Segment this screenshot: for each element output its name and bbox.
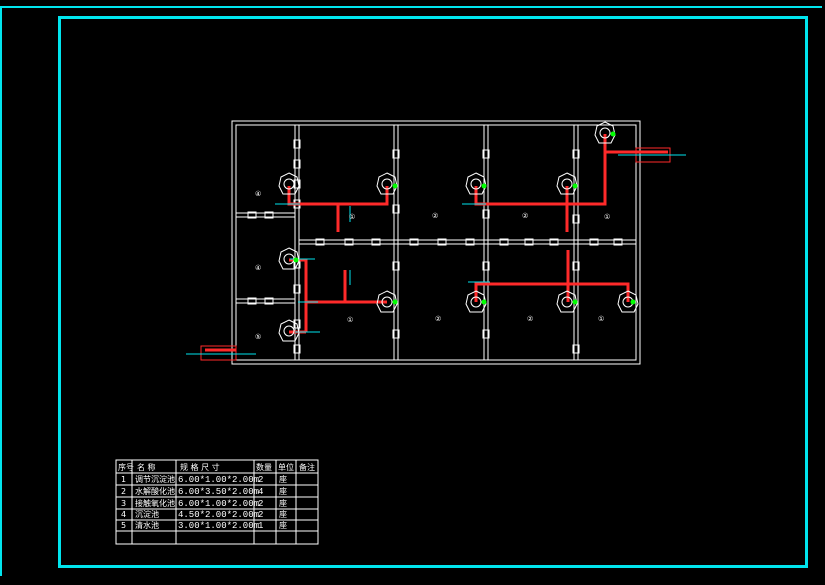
table-header: 名 称 [137, 462, 156, 472]
table-cell: 4 [121, 510, 126, 519]
table-header: 备注 [299, 462, 315, 472]
table-cell: 4.50*2.00*2.00m [178, 510, 259, 520]
room-label: ① [349, 213, 355, 221]
table-cell: 座 [279, 486, 287, 496]
table-cell: 水解酸化池 [135, 486, 175, 496]
table-row: 5 清水池 3.00*1.00*2.00m 1 座 [121, 520, 287, 531]
table-cell: 座 [279, 474, 287, 484]
table-cell: 2 [258, 475, 263, 485]
table-header: 数量 [256, 462, 272, 472]
room-labels: ④ ④ ⑤ ① ② ② ① ① ② ② ① [255, 190, 610, 341]
manholes [278, 121, 639, 342]
table-cell: 沉淀池 [135, 509, 159, 519]
table-cell: 1 [258, 521, 263, 531]
table-header: 单位 [278, 462, 294, 472]
equipment-table: 序号 名 称 规 格 尺 寸 数量 单位 备注 1 调节沉淀池 6.00*1.0… [115, 459, 319, 545]
table-cell: 3.00*1.00*2.00m [178, 521, 259, 531]
table-cell: 6.00*1.00*2.00m [178, 499, 259, 509]
table-header: 规 格 尺 寸 [180, 462, 220, 472]
room-label: ① [604, 213, 610, 221]
room-label: ④ [255, 190, 261, 198]
table-cell: 接触氧化池 [135, 498, 175, 508]
room-label: ④ [255, 264, 261, 272]
tank-plan-drawing: ④ ④ ⑤ ① ② ② ① ① ② ② ① 序号 名 称 规 格 尺 寸 数量 … [115, 120, 686, 545]
table-cell: 3 [121, 499, 126, 508]
room-label: ② [435, 315, 441, 323]
table-cell: 6.00*3.50*2.00m [178, 487, 259, 497]
table-cell: 2 [258, 499, 263, 509]
room-label: ② [522, 212, 528, 220]
table-cell: 座 [279, 498, 287, 508]
table-row: 3 接触氧化池 6.00*1.00*2.00m 2 座 [121, 498, 287, 509]
room-label: ① [598, 315, 604, 323]
table-cell: 5 [121, 521, 126, 530]
table-cell: 座 [279, 520, 287, 530]
room-label: ① [347, 316, 353, 324]
room-label: ② [527, 315, 533, 323]
room-label: ② [432, 212, 438, 220]
table-cell: 座 [279, 509, 287, 519]
table-header: 序号 [118, 462, 134, 472]
table-cell: 6.00*1.00*2.00m [178, 475, 259, 485]
table-cell: 调节沉淀池 [135, 474, 175, 484]
table-row: 2 水解酸化池 6.00*3.50*2.00m 4 座 [121, 486, 287, 497]
table-cell: 2 [121, 487, 126, 496]
room-label: ⑤ [255, 333, 261, 341]
axis-lines [186, 154, 686, 355]
table-cell: 1 [121, 475, 126, 484]
table-cell: 4 [258, 487, 263, 497]
table-cell: 清水池 [135, 520, 159, 530]
table-cell: 2 [258, 510, 263, 520]
pipe-connectors [200, 147, 671, 361]
table-row: 1 调节沉淀池 6.00*1.00*2.00m 2 座 [121, 474, 287, 485]
table-row: 4 沉淀池 4.50*2.00*2.00m 2 座 [121, 509, 287, 520]
